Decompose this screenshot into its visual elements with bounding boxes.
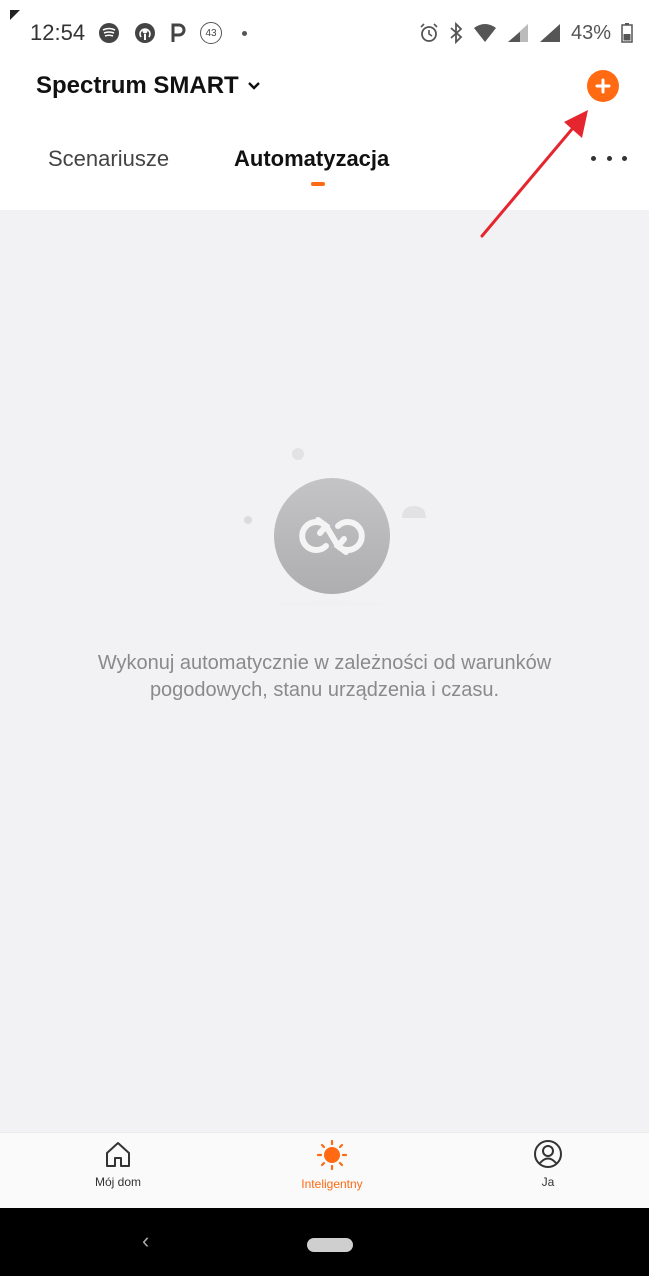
status-bar: 12:54 43 43% xyxy=(0,0,649,64)
active-tab-indicator xyxy=(311,182,325,186)
status-notification-icons: 43 xyxy=(98,20,247,46)
plus-circle-icon xyxy=(595,78,611,94)
battery-icon xyxy=(621,23,633,43)
sun-icon xyxy=(316,1139,348,1171)
nav-label-home: Mój dom xyxy=(94,1175,141,1189)
dot-icon xyxy=(242,30,247,36)
wifi-icon xyxy=(473,24,496,42)
signal-icon xyxy=(507,24,528,42)
empty-state-message: Wykonuj automatycznie w zależności od wa… xyxy=(97,652,552,701)
bluetooth-icon xyxy=(450,22,463,44)
back-button[interactable]: ‹ xyxy=(142,1228,149,1254)
spotify-icon xyxy=(99,23,119,43)
parking-icon xyxy=(171,23,186,42)
home-selector[interactable]: Spectrum SMART xyxy=(36,72,261,100)
chevron-down-icon xyxy=(247,82,260,90)
home-icon xyxy=(106,1142,130,1167)
battery-percent: 43% xyxy=(570,21,611,44)
annotation-arrow xyxy=(480,110,588,238)
nav-item-home[interactable]: Mój dom xyxy=(58,1139,178,1189)
podcast-icon xyxy=(135,23,155,43)
nav-label-smart: Inteligentny xyxy=(301,1177,363,1191)
bottom-nav: Mój dom Inteligentny Ja xyxy=(0,1132,649,1209)
signal-icon xyxy=(539,24,560,42)
nav-item-smart[interactable]: Inteligentny xyxy=(272,1139,392,1191)
system-nav-bar: ‹ xyxy=(0,1208,649,1276)
home-gesture-pill[interactable] xyxy=(307,1238,353,1252)
more-dot xyxy=(622,155,627,161)
tab-automation[interactable]: Automatyzacja xyxy=(234,146,389,172)
alarm-icon xyxy=(420,23,438,42)
notification-badge-icon: 43 xyxy=(200,22,222,44)
nav-label-me: Ja xyxy=(541,1175,555,1189)
status-system-icons: 43% xyxy=(419,20,633,46)
corner-mark xyxy=(10,10,20,20)
user-icon xyxy=(534,1140,562,1168)
status-time: 12:54 xyxy=(30,20,86,45)
add-automation-button[interactable] xyxy=(587,70,619,102)
empty-state-illustration xyxy=(218,448,442,606)
home-title: Spectrum SMART xyxy=(36,72,239,99)
tab-scenes[interactable]: Scenariusze xyxy=(48,146,169,172)
nav-item-me[interactable]: Ja xyxy=(488,1139,608,1189)
